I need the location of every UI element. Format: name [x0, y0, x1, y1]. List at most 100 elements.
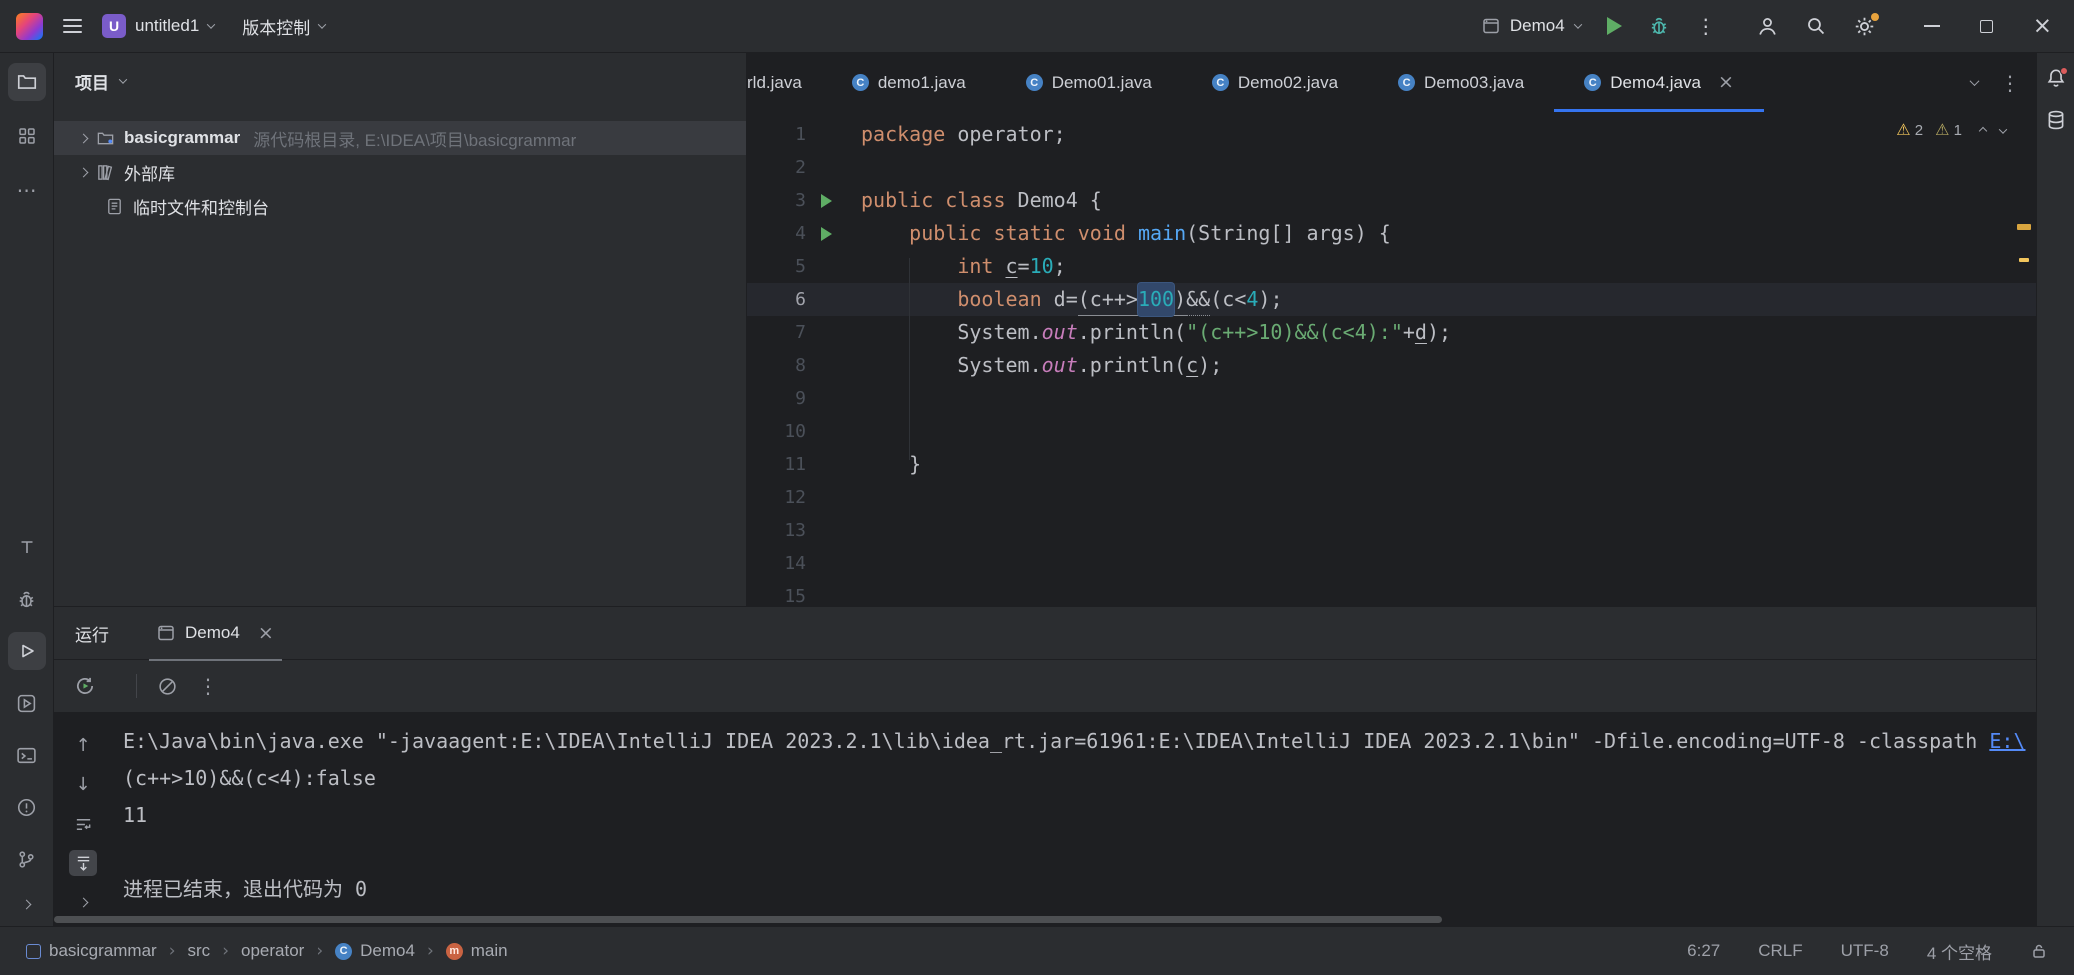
debug-tool-window-button[interactable]: [8, 580, 46, 618]
title-bar: U untitled1 版本控制 Demo4 ⋮: [0, 0, 2074, 53]
encoding-widget[interactable]: UTF-8: [1841, 941, 1889, 961]
code-lines: 1package operator;23public class Demo4 {…: [747, 118, 2036, 606]
prev-problem-icon[interactable]: [1979, 126, 1987, 134]
project-widget[interactable]: U untitled1: [102, 14, 214, 38]
class-icon: C: [1584, 74, 1601, 91]
code-line[interactable]: 4 public static void main(String[] args)…: [747, 217, 2036, 250]
soft-wrap-button[interactable]: [69, 811, 97, 837]
next-problem-icon[interactable]: [1999, 125, 2007, 133]
code-line[interactable]: 5 int c=10;: [747, 250, 2036, 283]
scrollbar-warning-mark[interactable]: [2019, 258, 2029, 262]
run-configuration-widget[interactable]: Demo4: [1482, 16, 1581, 36]
scrollbar-warning-mark[interactable]: [2017, 224, 2031, 230]
lock-icon: [2030, 942, 2048, 960]
project-tree: basicgrammar 源代码根目录, E:\IDEA\项目\basicgra…: [54, 109, 746, 223]
search-everywhere-button[interactable]: [1805, 15, 1827, 37]
console-output[interactable]: E:\Java\bin\java.exe "-javaagent:E:\IDEA…: [112, 713, 2036, 926]
code-line[interactable]: 12: [747, 481, 2036, 514]
breadcrumb-module[interactable]: basicgrammar: [26, 941, 157, 961]
code-line[interactable]: 9: [747, 382, 2036, 415]
run-tool-window-button[interactable]: [8, 632, 46, 670]
tree-item-scratches[interactable]: 临时文件和控制台: [54, 189, 746, 223]
code-line[interactable]: 2: [747, 151, 2036, 184]
tab-demo02-java[interactable]: C Demo02.java: [1182, 53, 1368, 112]
jump-down-button[interactable]: ↓: [69, 772, 97, 798]
close-run-tab-icon[interactable]: ×: [258, 624, 274, 643]
toolbar-more-icon[interactable]: ⋮: [198, 676, 218, 696]
run-line-icon[interactable]: [821, 194, 832, 208]
project-tool-window-button[interactable]: [8, 63, 46, 101]
class-icon: C: [1212, 74, 1229, 91]
project-panel-header[interactable]: 项目: [54, 53, 746, 109]
tree-item-detail: 源代码根目录, E:\IDEA\项目\basicgrammar: [253, 126, 576, 151]
console-classpath-link[interactable]: E:\: [1989, 729, 2025, 753]
caret-position-widget[interactable]: 6:27: [1687, 941, 1720, 961]
window-close-button[interactable]: ×: [2033, 15, 2052, 38]
code-line[interactable]: 13: [747, 514, 2036, 547]
tab-helloworld-java[interactable]: rld.java: [747, 53, 822, 112]
code-with-me-button[interactable]: [1756, 15, 1779, 38]
run-line-icon[interactable]: [821, 227, 832, 241]
code-line[interactable]: 1package operator;: [747, 118, 2036, 151]
code-line[interactable]: 6 boolean d=(c++>100)&&(c<4);: [747, 283, 2036, 316]
code-line[interactable]: 3public class Demo4 {: [747, 184, 2036, 217]
terminal-tool-window-button[interactable]: [8, 736, 46, 774]
stripe-more-button[interactable]: [8, 892, 46, 916]
tab-demo01-java[interactable]: C Demo01.java: [996, 53, 1182, 112]
tab-demo1-java[interactable]: C demo1.java: [822, 53, 996, 112]
rerun-button[interactable]: [74, 675, 96, 697]
expand-chevron-icon[interactable]: [79, 133, 89, 143]
run-button[interactable]: [1607, 17, 1622, 35]
problems-icon: [16, 797, 37, 818]
horizontal-scrollbar[interactable]: [54, 916, 1442, 923]
window-minimize-button[interactable]: [1924, 25, 1940, 27]
status-bar-widgets: 6:27 CRLF UTF-8 4 个空格: [1687, 939, 2048, 964]
console-more-button[interactable]: [69, 889, 97, 915]
tree-item-external-libraries[interactable]: 外部库: [54, 155, 746, 189]
code-line[interactable]: 8 System.out.println(c);: [747, 349, 2036, 382]
readonly-toggle[interactable]: [2030, 942, 2048, 960]
todo-tool-window-button[interactable]: [8, 528, 46, 566]
version-control-tool-window-button[interactable]: [8, 840, 46, 878]
window-maximize-button[interactable]: [1980, 20, 1993, 33]
breadcrumb-class[interactable]: C Demo4: [335, 941, 415, 961]
scroll-to-end-button[interactable]: [69, 850, 97, 876]
structure-tool-window-button[interactable]: [8, 117, 46, 155]
more-actions-button[interactable]: ⋮: [1696, 16, 1716, 36]
expand-chevron-icon[interactable]: [79, 167, 89, 177]
more-tool-windows-button[interactable]: ⋯: [8, 171, 46, 209]
main-menu-button[interactable]: [63, 19, 82, 33]
tab-demo03-java[interactable]: C Demo03.java: [1368, 53, 1554, 112]
warnings-item: ⚠ 2: [1896, 122, 1923, 139]
settings-button[interactable]: [1853, 15, 1876, 38]
jump-up-button[interactable]: ↑: [69, 733, 97, 759]
breadcrumb-method[interactable]: m main: [446, 941, 508, 961]
breadcrumb-src[interactable]: src: [188, 941, 211, 961]
debug-button[interactable]: [1648, 15, 1670, 37]
run-tab-demo4[interactable]: Demo4 ×: [149, 607, 282, 660]
inspections-widget[interactable]: ⚠ 2 ⚠ 1: [1896, 122, 2006, 139]
line-separator-widget[interactable]: CRLF: [1758, 941, 1802, 961]
code-line[interactable]: 7 System.out.println("(c++>10)&&(c<4):"+…: [747, 316, 2036, 349]
problems-tool-window-button[interactable]: [8, 788, 46, 826]
code-line[interactable]: 10: [747, 415, 2036, 448]
tab-options-icon[interactable]: ⋮: [2000, 73, 2020, 93]
tab-demo4-java[interactable]: C Demo4.java ×: [1554, 53, 1764, 112]
notification-dot: [2060, 67, 2068, 75]
code-line[interactable]: 15: [747, 580, 2036, 606]
tree-item-basicgrammar[interactable]: basicgrammar 源代码根目录, E:\IDEA\项目\basicgra…: [54, 121, 746, 155]
close-tab-icon[interactable]: ×: [1718, 73, 1734, 92]
notifications-button[interactable]: [2045, 67, 2067, 89]
clear-all-button[interactable]: [157, 676, 178, 697]
database-tool-window-button[interactable]: [2045, 109, 2067, 131]
breadcrumb-operator[interactable]: operator: [241, 941, 304, 961]
code-line[interactable]: 14: [747, 547, 2036, 580]
warning-icon: ⚠: [1896, 120, 1910, 139]
line-number: 6: [747, 283, 806, 316]
vcs-widget[interactable]: 版本控制: [242, 14, 325, 39]
indent-widget[interactable]: 4 个空格: [1927, 939, 1992, 964]
services-tool-window-button[interactable]: [8, 684, 46, 722]
tab-list-chevron-icon[interactable]: [1970, 76, 1980, 86]
code-line[interactable]: 11 }: [747, 448, 2036, 481]
code-editor[interactable]: 1package operator;23public class Demo4 {…: [747, 112, 2036, 606]
